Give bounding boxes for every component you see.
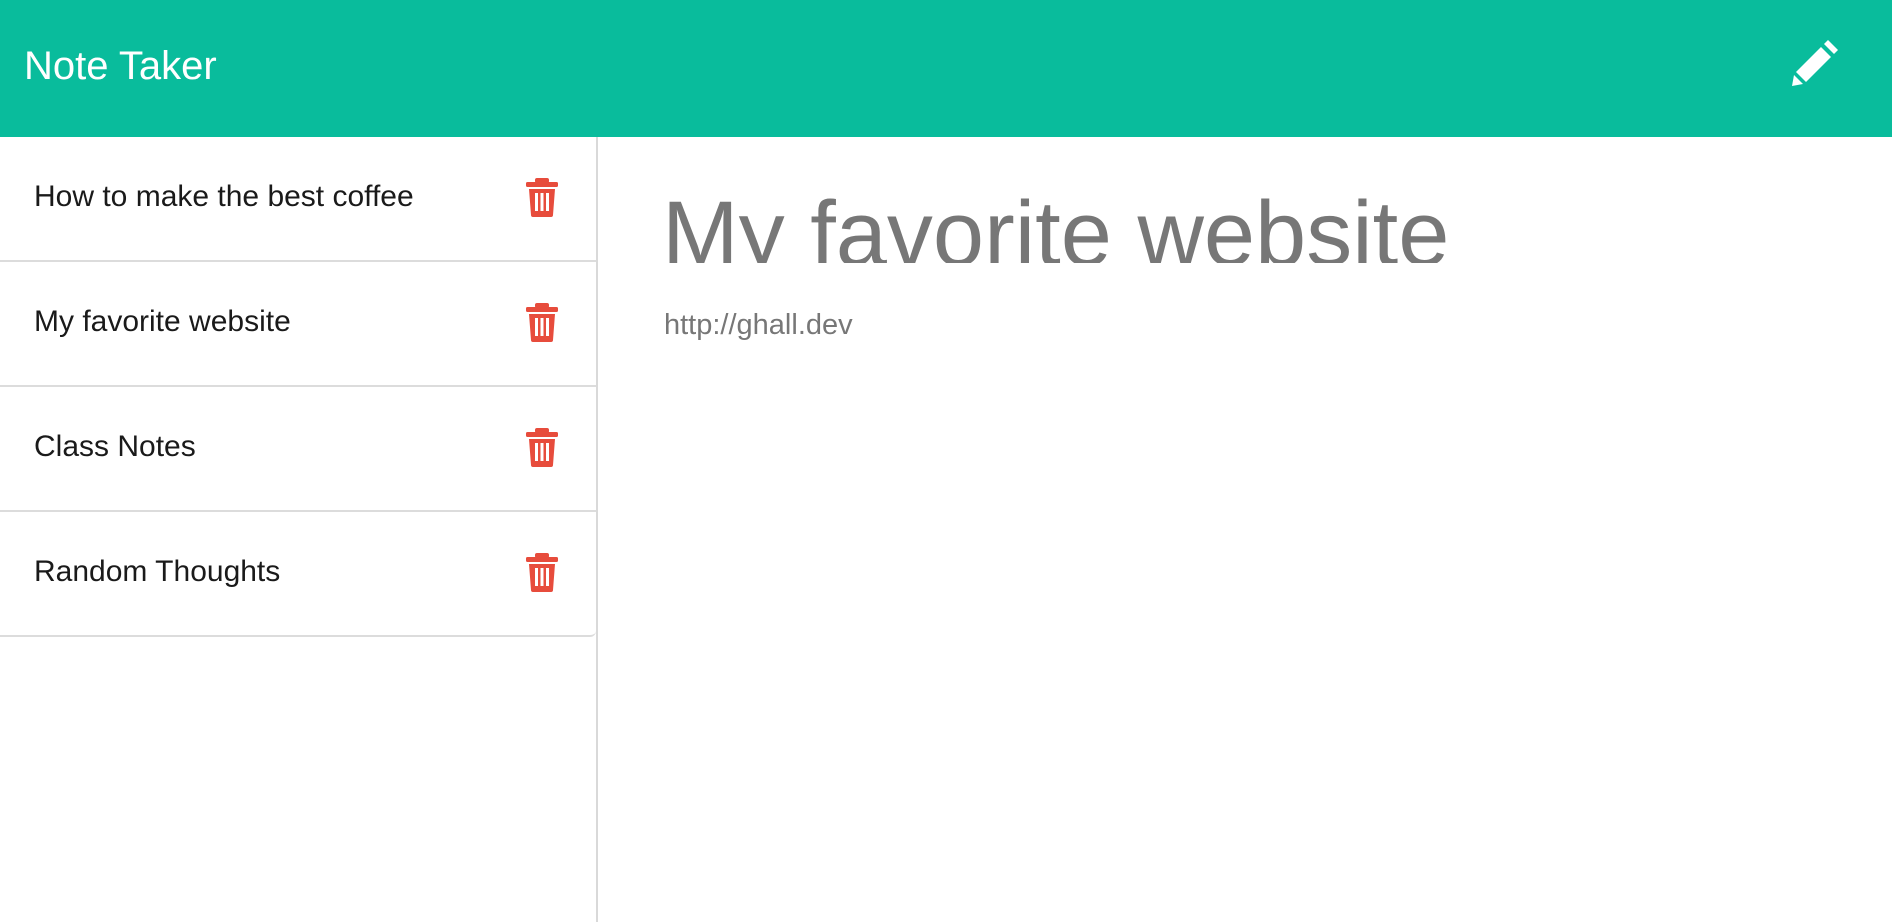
trash-icon[interactable] xyxy=(524,177,560,217)
list-item[interactable]: My favorite website xyxy=(0,262,596,387)
note-list: How to make the best coffee My favorite … xyxy=(0,137,596,637)
note-list-title[interactable]: Class Notes xyxy=(34,429,196,465)
note-sidebar: How to make the best coffee My favorite … xyxy=(0,137,598,922)
pencil-icon xyxy=(1790,36,1842,93)
note-list-title[interactable]: How to make the best coffee xyxy=(34,179,414,215)
note-editor: My favorite website http://ghall.dev xyxy=(600,137,1892,922)
navbar: Note Taker xyxy=(0,0,1892,137)
list-item[interactable]: Random Thoughts xyxy=(0,512,596,637)
trash-icon[interactable] xyxy=(524,302,560,342)
note-list-title[interactable]: My favorite website xyxy=(34,304,291,340)
note-list-title[interactable]: Random Thoughts xyxy=(34,554,280,590)
list-item[interactable]: Class Notes xyxy=(0,387,596,512)
note-title-text[interactable]: My favorite website xyxy=(662,179,1449,263)
note-title-input[interactable]: My favorite website xyxy=(662,137,1762,263)
app-title: Note Taker xyxy=(24,44,217,88)
trash-icon[interactable] xyxy=(524,427,560,467)
list-item[interactable]: How to make the best coffee xyxy=(0,137,596,262)
note-text-area[interactable]: http://ghall.dev xyxy=(664,307,853,343)
new-note-button[interactable] xyxy=(1786,34,1846,94)
trash-icon[interactable] xyxy=(524,552,560,592)
